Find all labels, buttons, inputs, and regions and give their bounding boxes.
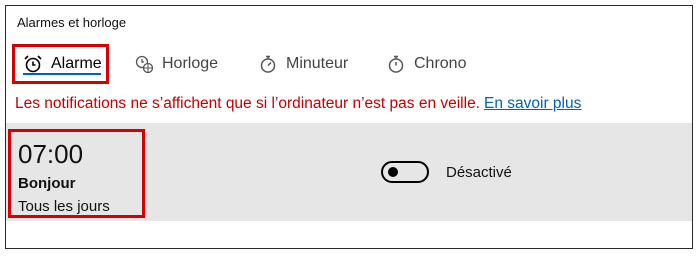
- app-window: Alarmes et horloge Alarme Horloge Minute…: [5, 5, 693, 249]
- learn-more-link[interactable]: En savoir plus: [484, 95, 581, 112]
- tab-horloge-label: Horloge: [162, 55, 219, 72]
- alarm-clock-icon: [23, 54, 43, 74]
- timer-icon: [258, 54, 278, 74]
- toggle-knob: [388, 167, 398, 177]
- tab-minuteur-label: Minuteur: [286, 55, 349, 72]
- alarm-toggle[interactable]: [381, 161, 429, 183]
- stopwatch-icon: [386, 54, 406, 74]
- notification-warning: Les notifications ne s’affichent que si …: [15, 95, 581, 113]
- alarm-toggle-label: Désactivé: [446, 164, 512, 181]
- tab-chrono[interactable]: Chrono: [386, 44, 466, 84]
- world-clock-icon: [134, 54, 154, 74]
- tab-chrono-label: Chrono: [414, 55, 467, 72]
- alarm-name: Bonjour: [18, 175, 76, 192]
- tab-alarme[interactable]: Alarme: [12, 44, 109, 84]
- notice-text: Les notifications ne s’affichent que si …: [15, 95, 480, 112]
- alarm-repeat: Tous les jours: [18, 198, 110, 215]
- alarm-details[interactable]: 07:00 Bonjour Tous les jours: [8, 129, 145, 218]
- tab-bar: Alarme Horloge Minuteur Chrono: [6, 44, 692, 84]
- tab-horloge[interactable]: Horloge: [134, 44, 218, 84]
- tab-minuteur[interactable]: Minuteur: [258, 44, 348, 84]
- window-title: Alarmes et horloge: [17, 15, 127, 30]
- alarm-list-item[interactable]: 07:00 Bonjour Tous les jours Désactivé: [6, 123, 692, 221]
- alarm-time: 07:00: [18, 139, 84, 169]
- tab-alarme-label: Alarme: [51, 55, 102, 72]
- active-tab-indicator: [23, 73, 101, 75]
